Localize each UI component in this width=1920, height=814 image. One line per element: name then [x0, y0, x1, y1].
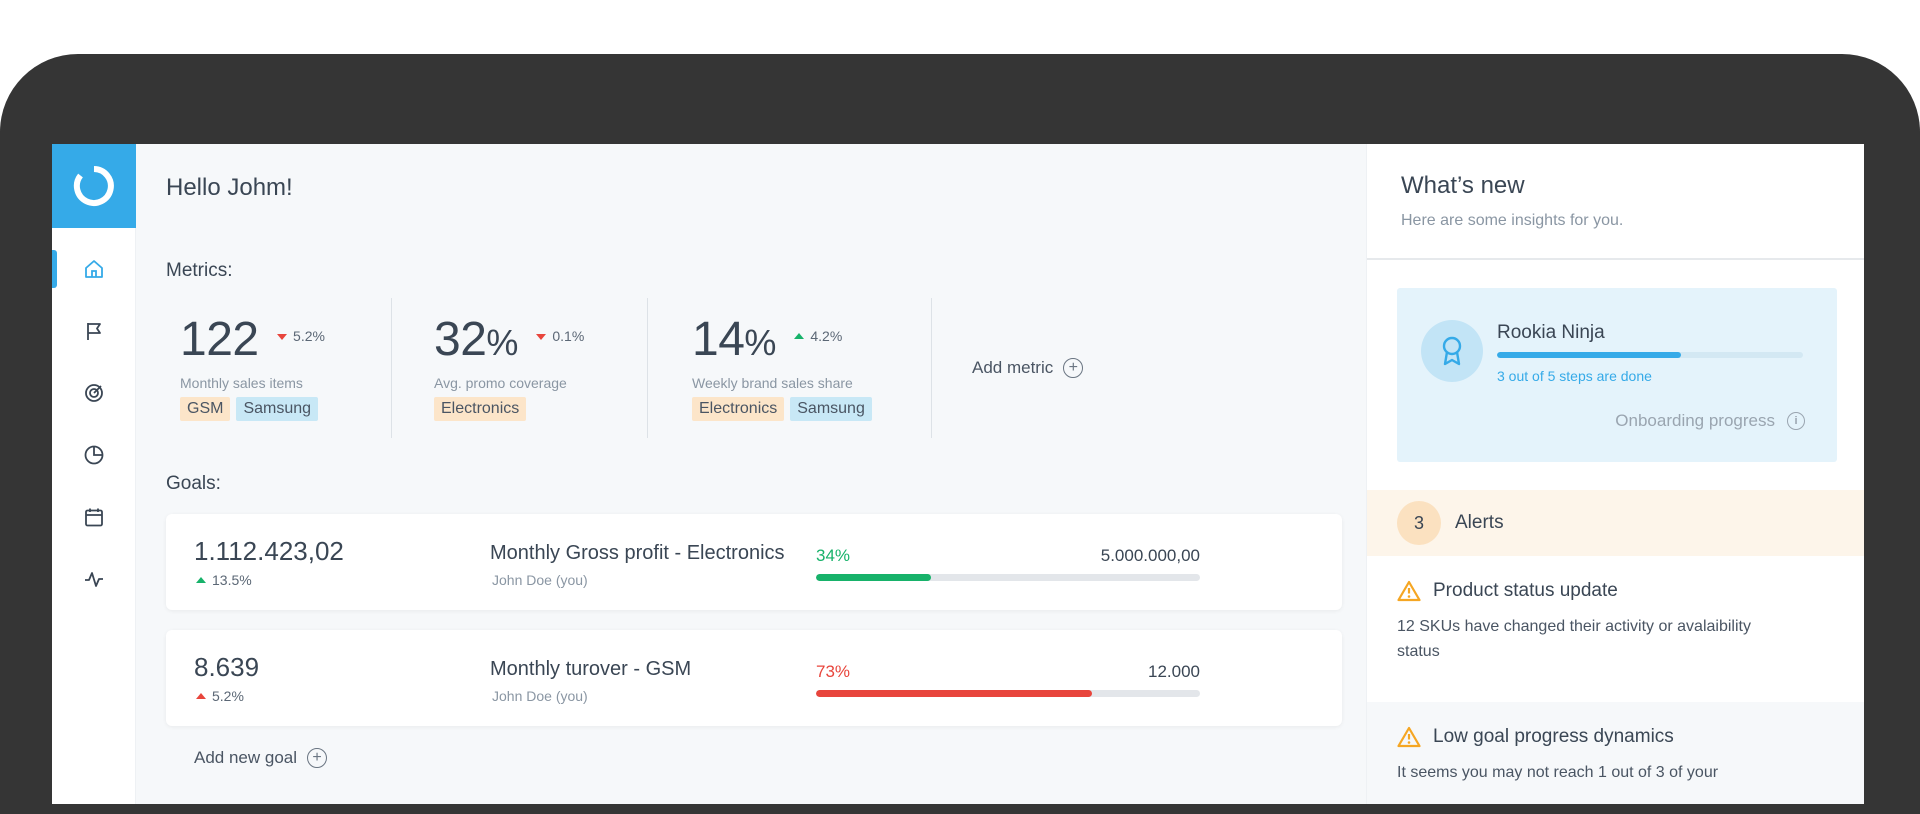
target-icon: [85, 384, 103, 402]
warning-icon: [1397, 726, 1421, 748]
goal-target: 12.000: [1148, 662, 1200, 681]
plus-circle-icon: +: [1063, 358, 1084, 378]
alert-title-text: Product status update: [1433, 580, 1618, 601]
nav-activity[interactable]: [52, 548, 136, 610]
alert-title: Product status update: [1397, 580, 1835, 602]
metric-value: 32%: [434, 313, 518, 366]
add-goal-label: Add new goal: [194, 748, 298, 767]
onboarding-caption-text: Onboarding progress: [1615, 411, 1775, 430]
goal-percent: 73%: [816, 662, 851, 681]
goal-owner: John Doe (you): [492, 688, 588, 704]
metrics-heading: Metrics:: [166, 260, 233, 281]
pie-chart-icon: [84, 445, 104, 465]
app-logo[interactable]: [52, 144, 136, 228]
arrow-up-icon: [794, 333, 805, 339]
metric-card[interactable]: 14% 4.2% Weekly brand sales share Electr…: [648, 298, 932, 438]
goal-progress-fill: [816, 574, 932, 581]
goal-owner: John Doe (you): [492, 572, 588, 588]
onboarding-progress-bar: [1497, 352, 1803, 358]
main-content: Hello Johm! Metrics: 122 5.2% Monthly sa…: [136, 144, 1386, 804]
nav-reports[interactable]: [52, 424, 136, 486]
tag[interactable]: Electronics: [434, 397, 527, 421]
alert-item[interactable]: Low goal progress dynamics It seems you …: [1367, 702, 1864, 804]
sidebar: [52, 144, 136, 804]
alerts-label: Alerts: [1455, 512, 1504, 533]
tag[interactable]: GSM: [180, 397, 231, 421]
metric-label: Weekly brand sales share: [692, 375, 853, 391]
metric-delta: 5.2%: [277, 328, 325, 344]
logo-icon: [73, 166, 114, 206]
alert-title: Low goal progress dynamics: [1397, 726, 1835, 748]
metric-card[interactable]: 32% 0.1% Avg. promo coverage Electronics: [392, 298, 648, 438]
flag-icon: [87, 323, 101, 340]
metric-label: Monthly sales items: [180, 375, 303, 391]
panel-title: What’s new: [1401, 172, 1525, 199]
goal-delta: 13.5%: [196, 572, 252, 588]
nav-goals[interactable]: [52, 300, 136, 362]
alerts-header[interactable]: 3 Alerts: [1367, 490, 1864, 556]
metric-tags: Electronics: [434, 397, 633, 421]
metric-value: 122: [180, 313, 259, 366]
calendar-icon: [85, 508, 103, 527]
panel-subtitle: Here are some insights for you.: [1401, 212, 1624, 229]
goal-delta: 5.2%: [196, 688, 244, 704]
greeting: Hello Johm!: [166, 174, 293, 201]
add-metric-button[interactable]: Add metric +: [932, 298, 1084, 438]
nav-calendar[interactable]: [52, 486, 136, 548]
award-icon: [1421, 320, 1483, 382]
tag[interactable]: Samsung: [790, 397, 872, 421]
home-icon: [85, 260, 103, 278]
metric-card[interactable]: 122 5.2% Monthly sales items GSM Samsung: [166, 298, 392, 438]
goal-value: 1.112.423,02: [194, 536, 344, 566]
arrow-down-icon: [536, 334, 547, 340]
goal-percent: 34%: [816, 546, 851, 565]
goal-title: Monthly turover - GSM: [490, 658, 692, 680]
onboarding-progress-fill: [1497, 352, 1681, 358]
goal-value: 8.639: [194, 652, 260, 682]
app-screen: Hello Johm! Metrics: 122 5.2% Monthly sa…: [52, 144, 1864, 804]
info-icon[interactable]: i: [1787, 412, 1805, 430]
alert-title-text: Low goal progress dynamics: [1433, 726, 1674, 747]
onboarding-title: Rookia Ninja: [1497, 322, 1605, 343]
metric-delta: 0.1%: [536, 328, 584, 344]
alerts-count-badge: 3: [1397, 501, 1441, 545]
tag[interactable]: Electronics: [692, 397, 785, 421]
metric-tags: GSM Samsung: [180, 397, 377, 421]
metric-delta: 4.2%: [794, 328, 842, 344]
goal-card[interactable]: 1.112.423,02 13.5% Monthly Gross profit …: [166, 514, 1342, 610]
goal-title: Monthly Gross profit - Electronics: [490, 542, 785, 564]
onboarding-card[interactable]: Rookia Ninja 3 out of 5 steps are done O…: [1397, 288, 1837, 462]
panel-header: What’s new Here are some insights for yo…: [1367, 144, 1864, 260]
goal-progress-bar: [816, 690, 1200, 697]
nav-targets[interactable]: [52, 362, 136, 424]
arrow-up-icon: [196, 693, 206, 699]
onboarding-caption: Onboarding progress i: [1615, 411, 1805, 431]
metrics-row: 122 5.2% Monthly sales items GSM Samsung…: [166, 298, 1084, 438]
add-goal-button[interactable]: Add new goal +: [194, 748, 328, 768]
metric-value: 14%: [692, 313, 776, 366]
goal-card[interactable]: 8.639 5.2% Monthly turover - GSM John Do…: [166, 630, 1342, 726]
onboarding-steps: 3 out of 5 steps are done: [1497, 368, 1652, 384]
activity-icon: [85, 572, 103, 587]
goal-progress-bar: [816, 574, 1200, 581]
whats-new-panel: What’s new Here are some insights for yo…: [1366, 144, 1864, 804]
alert-item[interactable]: Product status update 12 SKUs have chang…: [1367, 556, 1864, 702]
metric-tags: Electronics Samsung: [692, 397, 917, 421]
arrow-down-icon: [277, 334, 288, 340]
nav-home[interactable]: [52, 238, 136, 300]
plus-circle-icon: +: [307, 748, 328, 768]
goal-target: 5.000.000,00: [1100, 546, 1200, 565]
arrow-up-icon: [196, 577, 206, 583]
metric-label: Avg. promo coverage: [434, 375, 567, 391]
goals-heading: Goals:: [166, 473, 221, 494]
alert-text: It seems you may not reach 1 out of 3 of…: [1397, 764, 1719, 781]
add-metric-label: Add metric: [972, 358, 1054, 377]
tag[interactable]: Samsung: [236, 397, 319, 421]
warning-icon: [1397, 580, 1421, 602]
alert-text: 12 SKUs have changed their activity or a…: [1397, 618, 1751, 660]
goal-progress-fill: [816, 690, 1093, 697]
